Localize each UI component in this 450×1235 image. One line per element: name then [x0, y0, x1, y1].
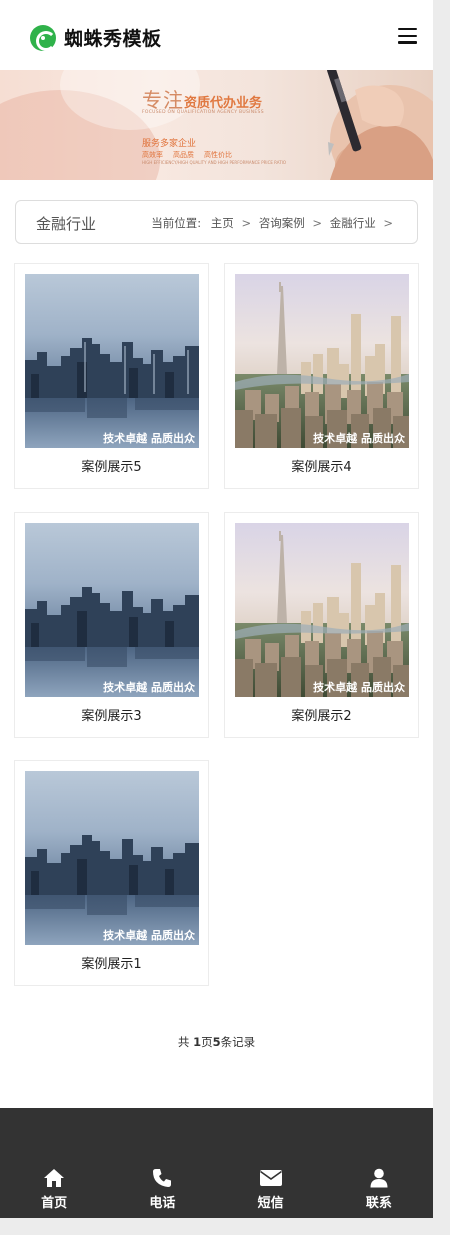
tab-label: 短信	[257, 1196, 284, 1211]
svg-text:技术卓越 品质出众: 技术卓越 品质出众	[313, 680, 406, 694]
breadcrumb-separator: >	[312, 216, 323, 230]
breadcrumb-prefix: 当前位置:	[151, 216, 202, 230]
case-image-skyline-waterfront: 技术卓越 品质出众	[25, 274, 199, 448]
breadcrumb: 当前位置: 主页 > 咨询案例 > 金融行业 >	[151, 215, 397, 231]
tab-label: 首页	[41, 1196, 68, 1211]
svg-text:技术卓越 品质出众: 技术卓越 品质出众	[103, 431, 196, 445]
case-image-skyline-waterfront: 技术卓越 品质出众	[25, 523, 199, 697]
tab-contact[interactable]: 联系	[325, 1160, 433, 1218]
breadcrumb-home-link[interactable]: 主页	[211, 216, 234, 230]
tab-label: 联系	[365, 1196, 392, 1211]
case-title: 案例展示1	[81, 957, 142, 972]
banner-title: 专注资质代办业务	[142, 88, 263, 112]
case-card[interactable]: 技术卓越 品质出众 案例展示4	[224, 263, 419, 489]
logo-icon	[30, 24, 56, 51]
bottom-tab-bar: 首页 电话 短信 联系	[0, 1160, 433, 1218]
case-card[interactable]: 技术卓越 品质出众 案例展示3	[14, 512, 209, 738]
envelope-icon	[217, 1168, 325, 1190]
case-title: 案例展示2	[291, 709, 352, 724]
svg-text:技术卓越 品质出众: 技术卓越 品质出众	[313, 431, 406, 445]
phone-icon	[108, 1168, 216, 1190]
banner-tags: 高效率 高品质 高性价比	[142, 151, 232, 159]
breadcrumb-bar: 金融行业 当前位置: 主页 > 咨询案例 > 金融行业 >	[15, 200, 418, 244]
case-image-city-tower: 技术卓越 品质出众	[235, 523, 409, 697]
hero-banner: 专注资质代办业务 FOCUSED ON QUALIFICATION AGENCY…	[0, 70, 433, 180]
breadcrumb-finance-link[interactable]: 金融行业	[330, 216, 376, 230]
hand-with-pen-illustration	[327, 70, 433, 180]
case-card[interactable]: 技术卓越 品质出众 案例展示1	[14, 760, 209, 986]
case-title: 案例展示4	[291, 460, 352, 475]
tab-phone[interactable]: 电话	[108, 1160, 216, 1218]
breadcrumb-separator: >	[241, 216, 252, 230]
tab-home[interactable]: 首页	[0, 1160, 108, 1218]
breadcrumb-separator: >	[383, 216, 393, 230]
case-image-city-tower: 技术卓越 品质出众	[235, 274, 409, 448]
section-title: 金融行业	[36, 215, 97, 233]
tab-sms[interactable]: 短信	[217, 1160, 325, 1218]
case-image-skyline-waterfront: 技术卓越 品质出众	[25, 771, 199, 945]
banner-subtitle-2: HIGH EFFICIENCY/HIGH QUALITY AND HIGH PE…	[142, 160, 286, 165]
page: 蜘蛛秀模板 专注资质代办业务 FOCUSED ON QUALIFICATION …	[0, 0, 433, 1218]
svg-text:技术卓越 品质出众: 技术卓越 品质出众	[103, 680, 196, 694]
case-title: 案例展示3	[81, 709, 142, 724]
header: 蜘蛛秀模板	[0, 0, 433, 70]
banner-line2: 服务多家企业	[142, 139, 197, 149]
user-icon	[325, 1168, 433, 1190]
tab-label: 电话	[149, 1196, 176, 1211]
breadcrumb-cases-link[interactable]: 咨询案例	[259, 216, 305, 230]
case-card[interactable]: 技术卓越 品质出众 案例展示5	[14, 263, 209, 489]
hamburger-menu-icon[interactable]	[398, 28, 418, 44]
logo-text: 蜘蛛秀模板	[64, 28, 162, 50]
site-logo[interactable]: 蜘蛛秀模板	[30, 24, 162, 51]
case-card[interactable]: 技术卓越 品质出众 案例展示2	[224, 512, 419, 738]
pagination-info: 共 1页5条记录	[177, 1035, 256, 1049]
home-icon	[0, 1168, 108, 1190]
svg-text:技术卓越 品质出众: 技术卓越 品质出众	[103, 928, 196, 942]
case-title: 案例展示5	[81, 460, 142, 475]
scrollbar[interactable]	[433, 0, 450, 1235]
banner-subtitle: FOCUSED ON QUALIFICATION AGENCY BUSINESS	[142, 110, 264, 115]
